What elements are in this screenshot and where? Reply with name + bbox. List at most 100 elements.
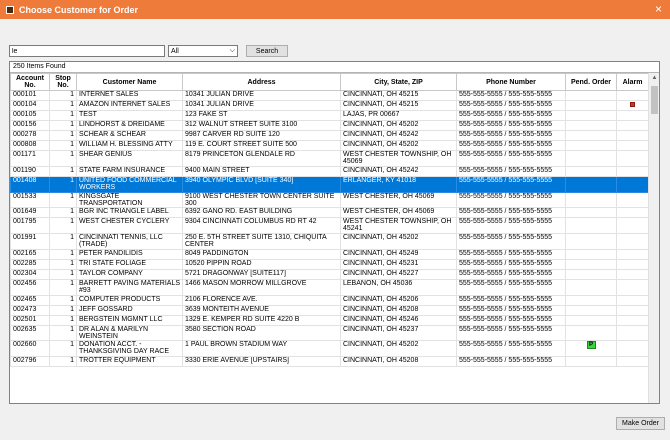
cell-city-state-zip: CINCINNATI, OH 45215: [340, 100, 457, 111]
vertical-scrollbar[interactable]: ▲: [648, 73, 659, 403]
cell-address: 3639 MONTEITH AVENUE: [182, 305, 341, 316]
cell-customer-name: AMAZON INTERNET SALES: [76, 100, 183, 111]
table-row[interactable]: 002456 1 BARRETT PAVING MATERIALS #93 1466 …: [10, 279, 649, 296]
cell-account: 000105: [10, 110, 50, 121]
cell-stop: 1: [49, 233, 77, 250]
table-row[interactable]: 000105 1 TEST 123 FAKE ST LAJAS, PR 00667 555…: [10, 110, 649, 121]
table-row[interactable]: 000104 1 AMAZON INTERNET SALES 10341 JULIAN…: [10, 100, 649, 111]
filter-dropdown[interactable]: All ⌵: [168, 45, 238, 57]
cell-account: 000156: [10, 120, 50, 131]
cell-phone: 555-555-5555 / 555-555-5555: [456, 120, 566, 131]
cell-account: 001991: [10, 233, 50, 250]
table-row[interactable]: 002285 1 TRI STATE FOLIAGE 10520 PIPPIN ROA…: [10, 259, 649, 270]
col-header-alarm[interactable]: Alarm: [616, 73, 649, 91]
cell-phone: 555-555-5555 / 555-555-5555: [456, 100, 566, 111]
table-row[interactable]: 002660 1 DONATION ACCT. - THANKSGIVING DAY…: [10, 340, 649, 357]
table-row[interactable]: 000156 1 LINDHORST & DREIDAME 312 WALNUT ST…: [10, 120, 649, 131]
cell-customer-name: DONATION ACCT. - THANKSGIVING DAY RACE: [76, 340, 183, 357]
cell-address: 6392 GANO RD. EAST BUILDING: [182, 207, 341, 218]
cell-alarm: [616, 295, 649, 306]
col-header-account[interactable]: Account No.: [10, 73, 50, 91]
search-input[interactable]: [9, 45, 165, 57]
table-row[interactable]: 000808 1 WILLIAM H. BLESSING ATTY 119 E. CO…: [10, 140, 649, 151]
table-row[interactable]: 002796 1 TROTTER EQUIPMENT 3330 ERIE AVENUE…: [10, 356, 649, 367]
table-row[interactable]: 002304 1 TAYLOR COMPANY 5721 DRAGONWAY [SUI…: [10, 269, 649, 280]
cell-stop: 1: [49, 340, 77, 357]
cell-address: 5721 DRAGONWAY [SUITE117]: [182, 269, 341, 280]
cell-phone: 555-555-5555 / 555-555-5555: [456, 166, 566, 177]
cell-pend-order: [565, 176, 617, 193]
cell-stop: 1: [49, 269, 77, 280]
cell-address: 8049 PADDINGTON: [182, 249, 341, 260]
cell-account: 001408: [10, 176, 50, 193]
filter-selected-value: All: [171, 47, 179, 55]
table-row[interactable]: 001190 1 STATE FARM INSURANCE 9400 MAIN STR…: [10, 166, 649, 177]
close-icon[interactable]: ×: [655, 2, 662, 16]
cell-address: 123 FAKE ST: [182, 110, 341, 121]
table-row[interactable]: 002165 1 PETER PANDILIDIS 8049 PADDINGTON CI…: [10, 249, 649, 260]
cell-city-state-zip: CINCINNATI, OH 45231: [340, 259, 457, 270]
table-row[interactable]: 000278 1 SCHEAR & SCHEAR 9987 CARVER RD SUI…: [10, 130, 649, 141]
cell-phone: 555-555-5555 / 555-555-5555: [456, 325, 566, 341]
col-header-address[interactable]: Address: [182, 73, 341, 91]
cell-account: 002165: [10, 249, 50, 260]
cell-stop: 1: [49, 249, 77, 260]
cell-address: 3580 SECTION ROAD: [182, 325, 341, 341]
cell-customer-name: PETER PANDILIDIS: [76, 249, 183, 260]
cell-account: 000278: [10, 130, 50, 141]
col-header-pend-order[interactable]: Pend. Order: [565, 73, 617, 91]
cell-pend-order: [565, 207, 617, 218]
pending-order-badge: P: [586, 341, 596, 349]
cell-account: 002501: [10, 315, 50, 326]
cell-account: 002635: [10, 325, 50, 341]
table-row[interactable]: 000101 1 INTERNET SALES 10341 JULIAN DRIVE C…: [10, 90, 649, 101]
cell-city-state-zip: LAJAS, PR 00667: [340, 110, 457, 121]
cell-phone: 555-555-5555 / 555-555-5555: [456, 279, 566, 296]
table-row[interactable]: 002465 1 COMPUTER PRODUCTS 2106 FLORENCE AV…: [10, 295, 649, 306]
col-header-city-state-zip[interactable]: City, State, ZIP: [340, 73, 457, 91]
table-row[interactable]: 001649 1 BGR INC TRIANGLE LABEL 6392 GANO R…: [10, 207, 649, 218]
cell-stop: 1: [49, 100, 77, 111]
table-row[interactable]: 001795 1 WEST CHESTER CYCLERY 9304 CINCINNA…: [10, 217, 649, 234]
cell-address: 1329 E. KEMPER RD SUITE 4220 B: [182, 315, 341, 326]
cell-stop: 1: [49, 150, 77, 167]
cell-customer-name: UNITED FOOD COMMERCIAL WORKERS: [76, 176, 183, 193]
window-titlebar: Choose Customer for Order ×: [0, 0, 670, 19]
col-header-stop[interactable]: Stop No.: [49, 73, 77, 91]
col-header-phone[interactable]: Phone Number: [456, 73, 566, 91]
table-row[interactable]: 001171 1 SHEAR GENIUS 8179 PRINCETON GLENDA…: [10, 150, 649, 167]
scroll-up-icon[interactable]: ▲: [649, 73, 660, 83]
cell-account: 001171: [10, 150, 50, 167]
cell-address: 9100 WEST CHESTER TOWN CENTER SUITE 300: [182, 192, 341, 208]
cell-city-state-zip: WEST CHESTER TOWNSHIP, OH 45241: [340, 217, 457, 234]
cell-alarm: [616, 100, 649, 111]
cell-alarm: [616, 356, 649, 367]
make-order-button[interactable]: Make Order: [616, 417, 665, 430]
cell-customer-name: DR ALAN & MARILYN WEINSTEIN: [76, 325, 183, 341]
cell-pend-order: P: [565, 340, 617, 357]
cell-phone: 555-555-5555 / 555-555-5555: [456, 295, 566, 306]
cell-account: 002304: [10, 269, 50, 280]
table-row[interactable]: 002635 1 DR ALAN & MARILYN WEINSTEIN 3580 S…: [10, 325, 649, 341]
scrollbar-thumb[interactable]: [651, 86, 658, 114]
table-row[interactable]: 001408 1 UNITED FOOD COMMERCIAL WORKERS 394…: [10, 176, 649, 193]
col-header-customer-name[interactable]: Customer Name: [76, 73, 183, 91]
cell-city-state-zip: WEST CHESTER, OH 45069: [340, 192, 457, 208]
cell-alarm: [616, 315, 649, 326]
table-row[interactable]: 001991 1 CINCINNATI TENNIS, LLC (TRADE) 250…: [10, 233, 649, 250]
cell-phone: 555-555-5555 / 555-555-5555: [456, 233, 566, 250]
cell-customer-name: SHEAR GENIUS: [76, 150, 183, 167]
table-row[interactable]: 002501 1 BERGSTEIN MGMNT LLC 1329 E. KEMPER…: [10, 315, 649, 326]
cell-pend-order: [565, 192, 617, 208]
table-row[interactable]: 002473 1 JEFF GOSSARD 3639 MONTEITH AVENUE C…: [10, 305, 649, 316]
cell-stop: 1: [49, 315, 77, 326]
cell-stop: 1: [49, 259, 77, 270]
cell-phone: 555-555-5555 / 555-555-5555: [456, 269, 566, 280]
cell-alarm: [616, 166, 649, 177]
search-button[interactable]: Search: [246, 45, 288, 57]
cell-city-state-zip: CINCINNATI, OH 45215: [340, 90, 457, 101]
cell-address: 2106 FLORENCE AVE.: [182, 295, 341, 306]
cell-stop: 1: [49, 140, 77, 151]
table-row[interactable]: 001533 1 KINGSGATE TRANSPORTATION 9100 WEST…: [10, 192, 649, 208]
cell-alarm: [616, 140, 649, 151]
